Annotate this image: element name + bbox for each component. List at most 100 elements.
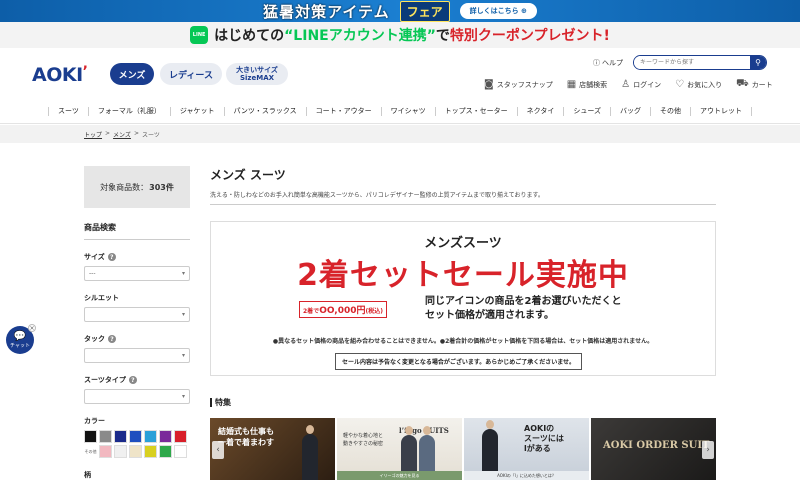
help-link[interactable]: ⓘ ヘルプ	[593, 58, 623, 68]
chevron-right-icon: ›	[706, 445, 710, 455]
feature-card-text: 軽やかな着心地と 動きやすさの秘密	[343, 432, 383, 448]
store-search-link[interactable]: ▦ 店舗検索	[567, 78, 607, 91]
feature-card-wedding[interactable]: 結婚式も仕事も 一着で着まわす	[210, 418, 335, 480]
silhouette-select[interactable]: ▾	[84, 307, 190, 322]
nav-item-other[interactable]: その他	[650, 107, 690, 116]
nav-item-pants[interactable]: パンツ・スラックス	[223, 107, 306, 116]
bigsize-line2: SizeMAX	[239, 74, 275, 82]
suit-type-select[interactable]: ▾	[84, 389, 190, 404]
feature-text-line: AOKIの	[524, 424, 555, 433]
bigsize-category-button[interactable]: 大きいサイズ SizeMAX	[226, 63, 288, 85]
price-tag-pre: 2着で	[303, 308, 320, 315]
cart-icon: ⛟	[736, 78, 749, 89]
nav-item-jacket[interactable]: ジャケット	[169, 107, 224, 116]
chat-close-button[interactable]: ×	[28, 324, 36, 332]
login-link[interactable]: ♙ ログイン	[621, 78, 661, 91]
heart-icon: ♡	[675, 79, 685, 90]
breadcrumb: トップ > メンズ > スーツ	[84, 130, 160, 139]
color-swatch[interactable]	[114, 430, 127, 443]
result-count-box: 対象商品数： 303件	[84, 166, 190, 208]
chevron-down-icon: ▾	[181, 311, 185, 318]
nav-item-shoes[interactable]: シューズ	[563, 107, 610, 116]
promo-details-button[interactable]: 詳しくはこちら ⊕	[459, 3, 537, 19]
nav-item-suits[interactable]: スーツ	[47, 107, 88, 116]
nav-item-bag[interactable]: バッグ	[610, 107, 650, 116]
breadcrumb-mens[interactable]: メンズ	[113, 130, 131, 139]
color-swatch[interactable]	[84, 430, 97, 443]
feature-card-footer: イリーゴの魅力を見る	[337, 471, 462, 480]
silhouette-filter-label: シルエット	[84, 293, 190, 303]
ladies-category-button[interactable]: レディース	[160, 63, 222, 85]
breadcrumb-current: スーツ	[141, 132, 160, 139]
breadcrumb-top[interactable]: トップ	[84, 130, 102, 139]
feature-text-line: 軽やかな着心地と	[343, 433, 384, 439]
line-text-line: “LINEアカウント連携”	[284, 28, 436, 44]
nav-item-formal[interactable]: フォーマル（礼服）	[87, 107, 170, 116]
feature-card-text: AOKI ORDER SUIT	[603, 440, 710, 451]
chevron-down-icon: ▾	[181, 270, 185, 277]
feature-text-line: スーツには	[524, 434, 564, 443]
search-icon[interactable]: ⚲	[750, 56, 766, 69]
carousel-prev-button[interactable]: ‹	[212, 441, 224, 459]
site-header: AOKI’ メンズ レディース 大きいサイズ SizeMAX ⓘ ヘルプ ⚲ ◙…	[0, 48, 800, 100]
feature-heading: 特集	[210, 398, 231, 407]
suit-type-filter-label: スーツタイプ?	[84, 375, 190, 385]
nav-item-coat[interactable]: コート・アウター	[305, 107, 381, 116]
sale-note: ●異なるセット価格の商品を組み合わせることはできません。●2着合計の価格がセット…	[272, 338, 654, 345]
cart-link[interactable]: ⛟ カート	[736, 78, 773, 91]
promo-banner[interactable]: 猛暑対策アイテム フェア 詳しくはこちら ⊕	[0, 0, 800, 22]
nav-item-tops[interactable]: トップス・セーター	[434, 107, 517, 116]
aoki-logo[interactable]: AOKI’	[32, 64, 88, 86]
model-figure	[302, 425, 318, 480]
question-icon[interactable]: ?	[128, 376, 137, 384]
color-swatch[interactable]	[174, 430, 187, 443]
feature-text-line: 結婚式も仕事も	[218, 427, 274, 436]
silhouette-label-text: シルエット	[84, 294, 119, 302]
color-swatch[interactable]	[129, 445, 142, 458]
color-swatch[interactable]	[174, 445, 187, 458]
set-price-tag: 2着でOO,000円(税込)	[299, 301, 387, 318]
favorite-label: お気に入り	[687, 80, 723, 89]
color-swatch[interactable]	[159, 445, 172, 458]
color-swatch[interactable]	[114, 445, 127, 458]
question-icon[interactable]: ?	[108, 335, 116, 343]
sale-subtitle: メンズスーツ	[424, 236, 502, 251]
feature-text-line: 一着で着まわす	[218, 438, 274, 447]
feature-card-illgo[interactable]: l’illgo SUITS 軽やかな着心地と動きやすさの秘密 イリーゴの魅力を見…	[337, 418, 462, 480]
cart-label: カート	[751, 80, 773, 89]
color-swatch[interactable]	[144, 445, 157, 458]
nav-item-outlet[interactable]: アウトレット	[690, 107, 753, 116]
sale-explanation-line2: セット価格が適用されます。	[425, 310, 554, 321]
line-text-coupon: 特別クーポンプレゼント!	[449, 28, 610, 44]
line-banner[interactable]: LINE はじめての“LINEアカウント連携”で特別クーポンプレゼント!	[0, 22, 800, 48]
mens-category-button[interactable]: メンズ	[110, 63, 154, 85]
logo-accent: ’	[82, 64, 88, 80]
color-swatch[interactable]	[159, 430, 172, 443]
nav-item-necktie[interactable]: ネクタイ	[516, 107, 564, 116]
suit-type-label-text: スーツタイプ	[84, 376, 126, 384]
set-sale-banner[interactable]: メンズスーツ 2着セットセール実施中 2着でOO,000円(税込) 同じアイコン…	[210, 221, 716, 376]
tuck-label-text: タック	[84, 335, 105, 343]
nav-item-shirt[interactable]: ワイシャツ	[380, 107, 435, 116]
question-icon[interactable]: ?	[107, 253, 116, 261]
feature-card-order-suit[interactable]: AOKI ORDER SUIT	[591, 418, 716, 480]
help-icon: ⓘ	[593, 59, 600, 67]
color-swatch[interactable]	[129, 430, 142, 443]
color-swatch[interactable]	[99, 430, 112, 443]
color-swatch[interactable]	[99, 445, 112, 458]
feature-card-footer: AOKIの「l」に込めた想いとは？	[464, 471, 589, 480]
result-count-value: 303件	[149, 182, 174, 192]
color-swatch-other[interactable]: その他	[84, 445, 97, 458]
staff-snap-link[interactable]: ◙ スタッフスナップ	[484, 78, 553, 91]
feature-card-aoki-l[interactable]: AOKIの スーツには lがある AOKIの「l」に込めた想いとは？	[464, 418, 589, 480]
tuck-select[interactable]: ▾	[84, 348, 190, 363]
carousel-next-button[interactable]: ›	[702, 441, 714, 459]
color-swatch[interactable]	[144, 430, 157, 443]
line-text-mid: で	[435, 28, 450, 44]
search-input[interactable]	[634, 56, 750, 69]
size-select[interactable]: --- ▾	[84, 266, 190, 281]
feature-carousel: 結婚式も仕事も一着で着まわす l’illgo SUITS 軽やかな着心地と動きや…	[210, 418, 716, 480]
favorite-link[interactable]: ♡ お気に入り	[675, 78, 722, 91]
camera-icon: ◙	[484, 79, 494, 90]
login-label: ログイン	[633, 80, 662, 89]
